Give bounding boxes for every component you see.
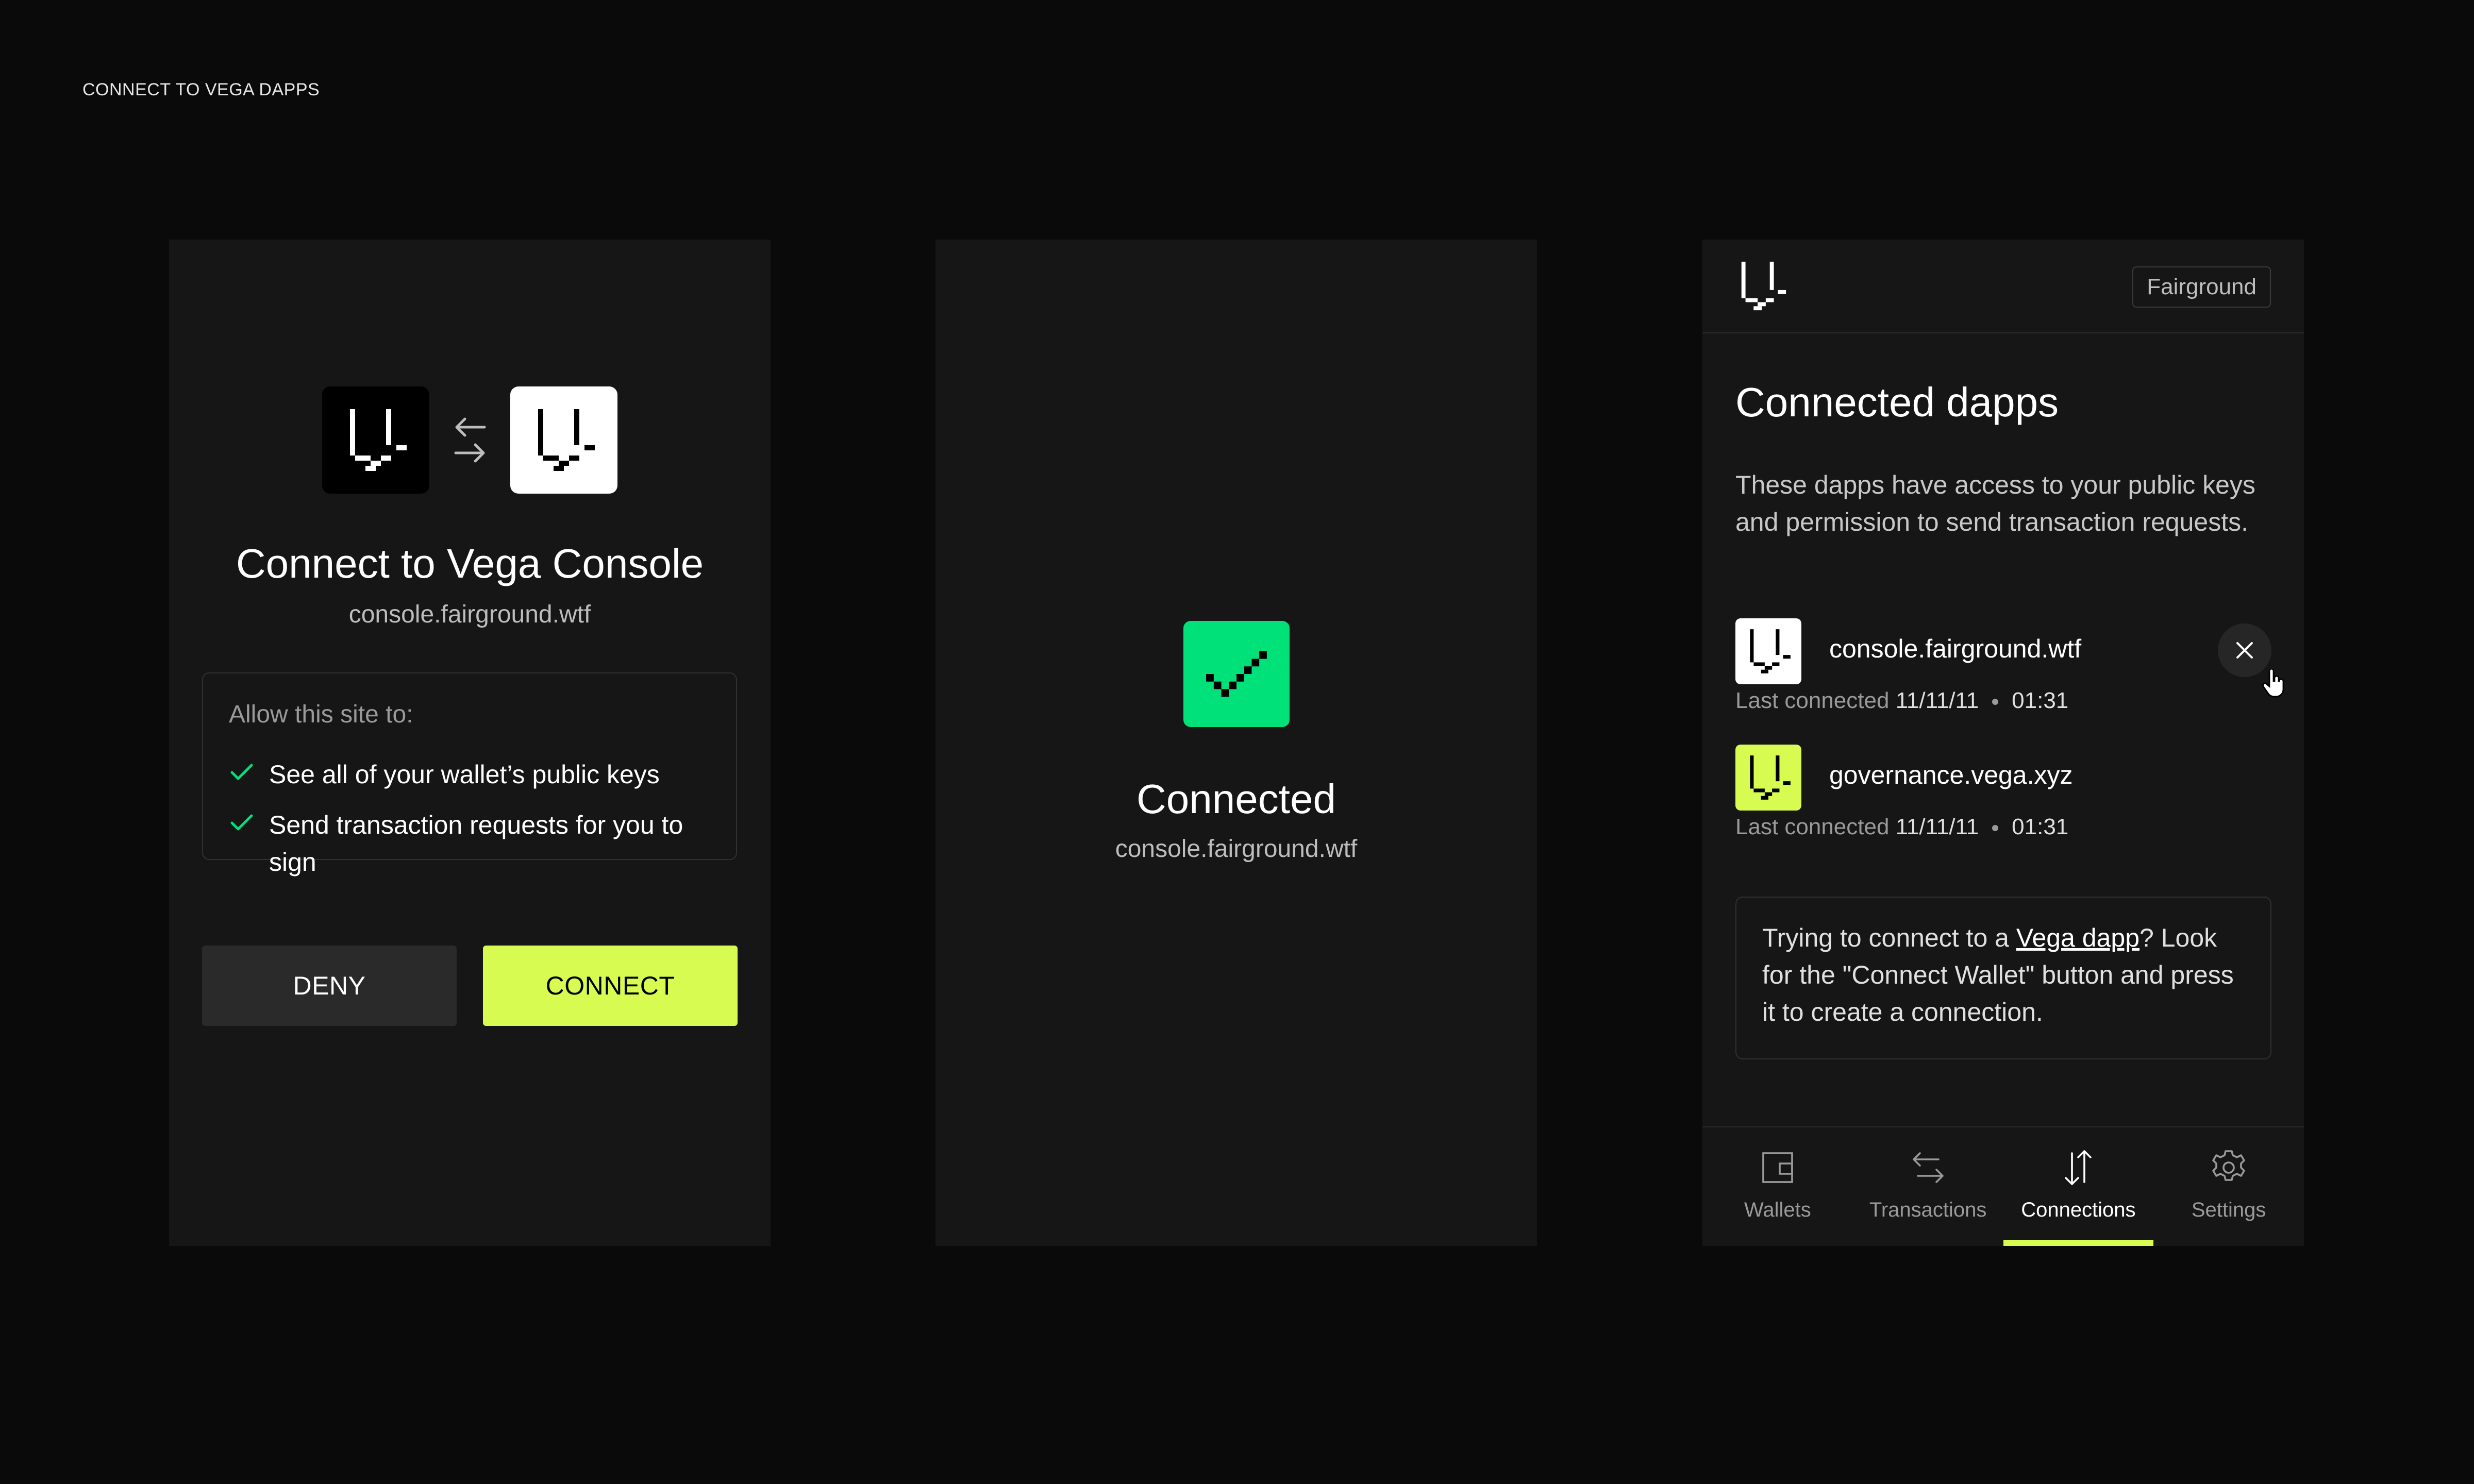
swap-arrows-icon xyxy=(454,417,486,463)
transactions-icon xyxy=(1912,1152,1944,1183)
vega-console-logo-icon xyxy=(510,386,617,494)
hand-cursor-icon xyxy=(2262,669,2284,698)
connected-url: console.fairground.wtf xyxy=(1115,835,1358,863)
connect-button[interactable]: CONNECT xyxy=(483,946,738,1026)
connected-title: Connected xyxy=(1136,776,1336,822)
tab-label: Settings xyxy=(2191,1199,2266,1221)
last-connected-time: 01:31 xyxy=(2012,688,2069,713)
tab-settings[interactable]: Settings xyxy=(2153,1127,2304,1246)
check-icon xyxy=(230,814,253,831)
permissions-box: Allow this site to: See all of your wall… xyxy=(202,672,737,876)
network-badge[interactable]: Fairground xyxy=(2132,266,2271,308)
help-box: Trying to connect to a Vega dapp? Look f… xyxy=(1735,897,2271,1059)
success-check-icon xyxy=(1183,621,1290,727)
permission-text: See all of your wallet’s public keys xyxy=(269,760,660,789)
close-icon xyxy=(2236,642,2253,659)
tab-label: Wallets xyxy=(1744,1199,1811,1221)
bottom-tab-bar: Wallets Transactions Connections Setting… xyxy=(1702,1126,2304,1246)
dapp-logo-icon xyxy=(1735,745,1801,811)
permissions-heading: Allow this site to: xyxy=(229,701,413,728)
tab-transactions[interactable]: Transactions xyxy=(1853,1127,2003,1246)
last-connected-date: 11/11/11 xyxy=(1895,688,1979,713)
deny-button[interactable]: DENY xyxy=(202,946,457,1026)
help-text-prefix: Trying to connect to a xyxy=(1762,923,2016,952)
vega-logo-icon xyxy=(1733,258,1790,317)
page-title: Connected dapps xyxy=(1735,379,2059,425)
permission-item: See all of your wallet’s public keys xyxy=(229,756,712,793)
page-label: CONNECT TO VEGA DAPPS xyxy=(82,80,320,99)
last-connected-label: Last connected xyxy=(1735,688,1890,713)
connections-icon xyxy=(2065,1150,2092,1185)
last-connected-date: 11/11/11 xyxy=(1895,814,1979,839)
permission-text: Send transaction requests for you to sig… xyxy=(269,811,683,876)
tab-label: Connections xyxy=(2021,1199,2136,1221)
dapp-last-connected: Last connected 11/11/11 01:31 xyxy=(1735,814,2068,840)
settings-icon xyxy=(2212,1150,2245,1181)
vega-dapp-link[interactable]: Vega dapp xyxy=(2016,923,2139,952)
last-connected-time: 01:31 xyxy=(2012,814,2069,839)
tab-connections[interactable]: Connections xyxy=(2003,1127,2154,1246)
page-description: These dapps have access to your public k… xyxy=(1735,470,2255,536)
check-icon xyxy=(230,764,253,780)
tab-label: Transactions xyxy=(1869,1199,1987,1221)
app-header: Fairground xyxy=(1702,240,2304,333)
tab-wallets[interactable]: Wallets xyxy=(1702,1127,1853,1246)
dapp-last-connected: Last connected 11/11/11 01:31 xyxy=(1735,688,2068,714)
dapp-list-item: console.fairground.wtf Last connected 11… xyxy=(1735,618,2284,721)
connect-title: Connect to Vega Console xyxy=(236,541,704,586)
connect-request-panel: Connect to Vega Console console.fairgrou… xyxy=(169,240,771,1246)
connected-panel: Connected console.fairground.wtf xyxy=(935,240,1537,1246)
dapp-logo-icon xyxy=(1735,618,1801,684)
vega-wallet-logo-icon xyxy=(322,386,429,494)
dapp-name: console.fairground.wtf xyxy=(1829,634,2082,663)
permission-item: Send transaction requests for you to sig… xyxy=(229,806,712,881)
dapp-list-item: governance.vega.xyz Last connected 11/11… xyxy=(1735,745,2271,848)
last-connected-label: Last connected xyxy=(1735,814,1890,839)
remove-connection-button[interactable] xyxy=(2218,623,2284,698)
wallet-icon xyxy=(1762,1152,1793,1183)
dapp-name: governance.vega.xyz xyxy=(1829,761,2073,789)
connected-dapps-panel: Fairground Connected dapps These dapps h… xyxy=(1702,240,2304,1246)
connect-url: console.fairground.wtf xyxy=(348,601,591,628)
